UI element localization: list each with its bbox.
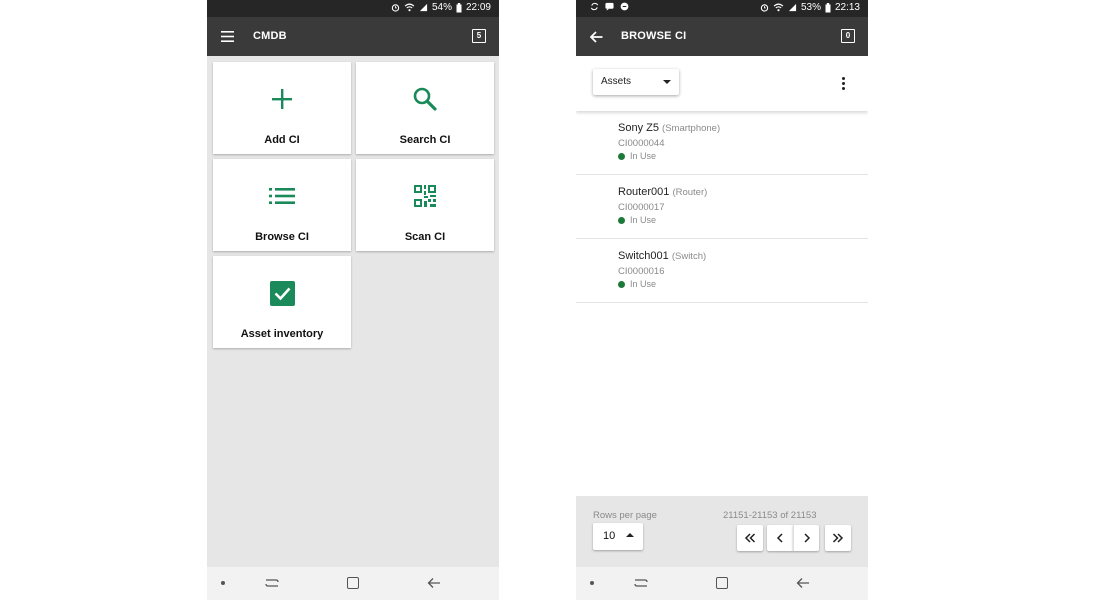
ci-type: (Smartphone) (662, 123, 721, 134)
app-bar: BROWSE CI 0 (576, 17, 868, 56)
home-icon[interactable] (716, 577, 728, 589)
wifi-icon (404, 3, 415, 12)
previous-page-button[interactable] (767, 525, 793, 551)
alarm-icon (391, 4, 400, 12)
rows-per-page-value: 10 (603, 530, 616, 542)
add-ci-tile[interactable]: Add CI (213, 62, 351, 154)
category-select-value: Assets (601, 76, 632, 87)
system-nav-bar (576, 567, 868, 600)
ci-id: CI0000044 (618, 138, 665, 149)
back-icon[interactable] (796, 576, 810, 590)
recents-icon[interactable] (265, 576, 279, 590)
search-ci-tile[interactable]: Search CI (356, 62, 494, 154)
first-page-button[interactable] (737, 525, 763, 551)
dropdown-caret-icon (663, 80, 671, 84)
ci-id: CI0000016 (618, 266, 665, 277)
search-icon (413, 87, 437, 111)
recents-icon[interactable] (634, 576, 648, 590)
page-title: BROWSE CI (621, 30, 687, 42)
filter-toolbar: Assets (576, 56, 868, 111)
home-icon[interactable] (347, 577, 359, 589)
rows-per-page-label: Rows per page (593, 510, 657, 521)
ci-name: Router001 (618, 186, 670, 198)
notification-badge[interactable]: 0 (841, 29, 855, 43)
notification-badge[interactable]: 5 (472, 29, 486, 43)
ci-list-item[interactable]: Router001 (Router) CI0000017 In Use (576, 175, 868, 239)
ci-list-item[interactable]: Sony Z5 (Smartphone) CI0000044 In Use (576, 111, 868, 175)
list-icon (269, 188, 295, 204)
checkbox-icon (269, 280, 295, 306)
battery-percent: 54% (431, 2, 452, 13)
battery-icon (825, 2, 831, 12)
tile-label: Scan CI (404, 231, 446, 243)
status-dot-icon (618, 280, 625, 288)
qr-code-icon (414, 185, 436, 207)
chevron-left-icon (776, 533, 783, 543)
clock: 22:13 (834, 2, 860, 13)
message-icon (605, 2, 614, 11)
sync-icon (590, 2, 599, 11)
signal-icon (788, 3, 797, 12)
pagination-bar: Rows per page 21151-21153 of 21153 10 (576, 496, 868, 567)
ci-type: (Router) (672, 187, 708, 198)
plus-icon (272, 89, 292, 109)
last-page-button[interactable] (825, 525, 851, 551)
status-dot-icon (618, 216, 625, 224)
ci-status: In Use (630, 151, 657, 161)
ci-name: Sony Z5 (618, 122, 659, 134)
tile-label: Add CI (264, 134, 300, 146)
signal-icon (419, 3, 428, 12)
more-options-icon[interactable] (842, 77, 846, 92)
caret-up-icon (626, 533, 634, 537)
wifi-icon (773, 3, 784, 12)
nav-dot-icon (221, 581, 225, 585)
double-chevron-right-icon (832, 533, 844, 543)
ci-type: (Switch) (671, 251, 707, 262)
status-bar: 54% 22:09 (207, 0, 499, 17)
status-bar: 53% 22:13 (576, 0, 868, 17)
page-range: 21151-21153 of 21153 (723, 510, 817, 521)
scan-ci-tile[interactable]: Scan CI (356, 159, 494, 251)
browse-ci-screen: 53% 22:13 BROWSE CI 0 Assets Sony Z5 (Sm… (576, 0, 868, 600)
nav-dot-icon (590, 581, 594, 585)
asset-inventory-tile[interactable]: Asset inventory (213, 256, 351, 348)
battery-percent: 53% (800, 2, 821, 13)
back-icon[interactable] (427, 576, 441, 590)
ci-list-item[interactable]: Switch001 (Switch) CI0000016 In Use (576, 239, 868, 303)
home-screen: 54% 22:09 CMDB 5 Add CI Search CI Browse… (207, 0, 499, 600)
page-title: CMDB (253, 30, 287, 42)
system-nav-bar (207, 567, 499, 600)
category-select[interactable]: Assets (593, 69, 679, 95)
app-notification-icon (620, 2, 629, 11)
tile-label: Search CI (399, 134, 451, 146)
ci-name: Switch001 (618, 250, 669, 262)
ci-status: In Use (630, 215, 657, 225)
ci-id: CI0000017 (618, 202, 665, 213)
ci-status: In Use (630, 279, 657, 289)
tile-label: Asset inventory (240, 328, 324, 340)
next-page-button[interactable] (793, 525, 819, 551)
alarm-icon (760, 4, 769, 12)
double-chevron-left-icon (744, 533, 756, 543)
back-arrow-icon[interactable] (590, 31, 603, 43)
tile-label: Browse CI (255, 231, 309, 243)
browse-ci-tile[interactable]: Browse CI (213, 159, 351, 251)
chevron-right-icon (803, 533, 810, 543)
app-bar: CMDB 5 (207, 17, 499, 56)
menu-icon[interactable] (221, 31, 234, 42)
clock: 22:09 (465, 2, 491, 13)
rows-per-page-select[interactable]: 10 (593, 523, 643, 550)
status-dot-icon (618, 152, 625, 160)
battery-icon (456, 2, 462, 12)
